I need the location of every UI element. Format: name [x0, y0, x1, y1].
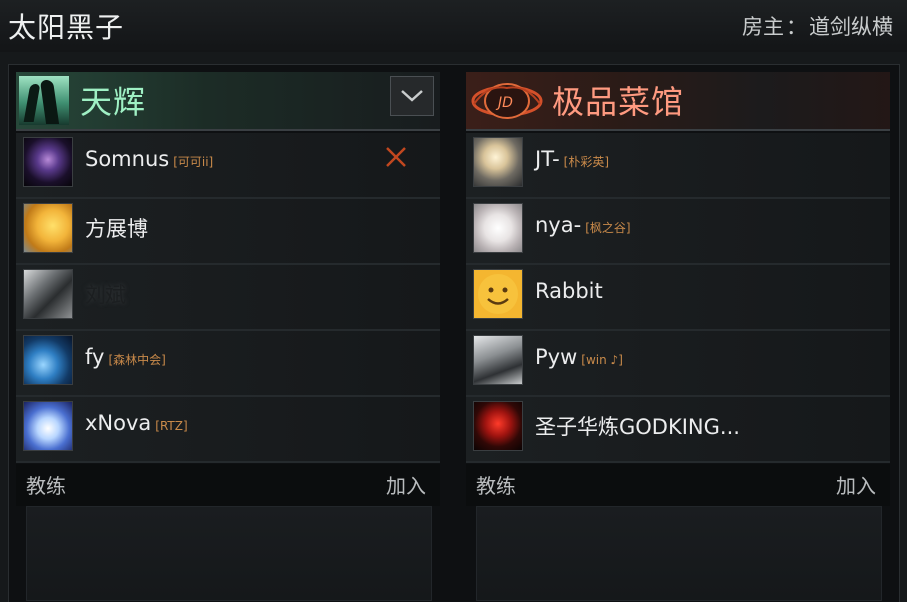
- close-icon: [386, 147, 406, 167]
- player-guild-tag: [枫之谷]: [585, 221, 631, 235]
- host-name: 道剑纵横: [809, 15, 893, 39]
- radiant-logo-icon: [19, 76, 69, 125]
- dire-coach-slot[interactable]: [476, 506, 882, 601]
- player-name: 刘斌: [85, 279, 129, 309]
- avatar: [23, 269, 73, 319]
- host-label: 房主: [742, 15, 784, 39]
- player-name-text: nya-: [535, 213, 582, 237]
- player-name: 圣子华炼GODKING...: [535, 411, 744, 441]
- team-radiant: 天辉 Somnus [可可ii] 方展博 刘斌 fy [森林中会] xNova …: [16, 72, 440, 601]
- avatar: [473, 269, 523, 319]
- avatar: [473, 401, 523, 451]
- avatar: [23, 137, 73, 187]
- lobby-header: 太阳黑子 房主：道剑纵横: [0, 0, 907, 52]
- avatar: [473, 203, 523, 253]
- avatar: [23, 203, 73, 253]
- lobby-title: 太阳黑子: [8, 11, 125, 44]
- player-name-text: Rabbit: [535, 279, 603, 303]
- team-dire-header: JD 极品菜馆: [466, 72, 890, 131]
- join-coach-button[interactable]: 加入: [386, 470, 426, 499]
- radiant-player-list: Somnus [可可ii] 方展博 刘斌 fy [森林中会] xNova [RTZ]: [16, 133, 440, 463]
- player-name: fy [森林中会]: [85, 345, 166, 369]
- dire-player-list: JT- [朴彩英] nya- [枫之谷] Rabbit Pyw [win ♪] 圣子: [466, 133, 890, 463]
- avatar: [473, 335, 523, 385]
- player-slot[interactable]: 刘斌: [16, 265, 440, 331]
- player-slot[interactable]: 圣子华炼GODKING...: [466, 397, 890, 463]
- svg-text:JD: JD: [495, 95, 513, 111]
- player-name: nya- [枫之谷]: [535, 213, 631, 237]
- radiant-coach-slot[interactable]: [26, 506, 432, 601]
- player-name: xNova [RTZ]: [85, 411, 188, 435]
- player-name-text: 方展博: [85, 217, 148, 241]
- radiant-coach-bar: 教练 加入: [16, 464, 440, 506]
- player-slot[interactable]: Pyw [win ♪]: [466, 331, 890, 397]
- coach-label: 教练: [26, 474, 66, 498]
- avatar: [23, 401, 73, 451]
- kick-player-button[interactable]: [384, 145, 408, 174]
- player-name-text: Pyw: [535, 345, 578, 369]
- player-slot[interactable]: JT- [朴彩英]: [466, 133, 890, 199]
- player-name-text: fy: [85, 345, 105, 369]
- chevron-down-icon: [401, 90, 423, 102]
- coach-label: 教练: [476, 474, 516, 498]
- player-name-text: Somnus: [85, 147, 170, 171]
- player-name: Somnus [可可ii]: [85, 147, 213, 171]
- join-coach-button[interactable]: 加入: [836, 470, 876, 499]
- player-name: 方展博: [85, 213, 152, 243]
- player-slot[interactable]: Rabbit: [466, 265, 890, 331]
- lobby-host: 房主：道剑纵横: [742, 11, 893, 41]
- dire-coach-bar: 教练 加入: [466, 464, 890, 506]
- player-guild-tag: [朴彩英]: [563, 155, 610, 169]
- player-name-text: xNova: [85, 411, 152, 435]
- player-slot[interactable]: Somnus [可可ii]: [16, 133, 440, 199]
- team-radiant-name: 天辉: [80, 83, 147, 121]
- player-name-text: 刘斌: [85, 283, 126, 307]
- team-dire: JD 极品菜馆 JT- [朴彩英] nya- [枫之谷] Rabbit Pyw …: [466, 72, 890, 601]
- player-slot[interactable]: fy [森林中会]: [16, 331, 440, 397]
- player-slot[interactable]: xNova [RTZ]: [16, 397, 440, 463]
- team-dropdown-button[interactable]: [390, 76, 434, 116]
- player-guild-tag: [森林中会]: [108, 353, 166, 367]
- player-name: Rabbit: [535, 279, 607, 303]
- team-dire-name: 极品菜馆: [552, 83, 685, 121]
- avatar: [23, 335, 73, 385]
- player-name: Pyw [win ♪]: [535, 345, 623, 369]
- player-name-text: 圣子华炼GODKING...: [535, 415, 740, 439]
- player-name: JT- [朴彩英]: [535, 147, 609, 171]
- player-slot[interactable]: 方展博: [16, 199, 440, 265]
- dire-logo-icon: JD: [468, 78, 546, 124]
- avatar: [473, 137, 523, 187]
- host-separator: ：: [786, 15, 807, 39]
- player-guild-tag: [win ♪]: [581, 353, 623, 367]
- player-name-text: JT-: [535, 147, 560, 171]
- team-radiant-header: 天辉: [16, 72, 440, 131]
- player-slot[interactable]: nya- [枫之谷]: [466, 199, 890, 265]
- player-guild-tag: [可可ii]: [173, 155, 214, 169]
- player-guild-tag: [RTZ]: [155, 419, 188, 433]
